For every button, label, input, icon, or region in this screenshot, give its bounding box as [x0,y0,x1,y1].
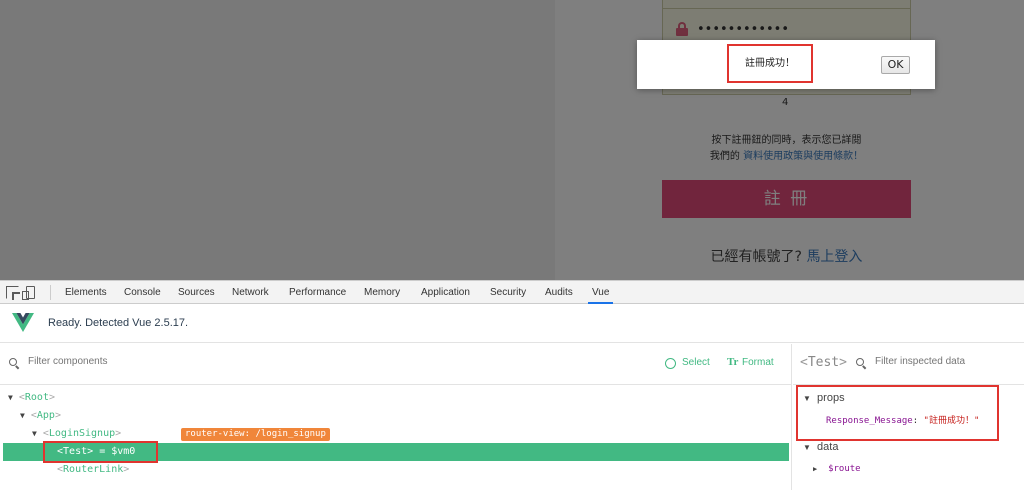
expand-arrow-icon[interactable]: ▼ [8,393,13,402]
toolbar-divider [50,285,51,300]
inspector-pane: <Test> ▼ props Response_Message: "註冊成功！"… [793,344,1024,490]
data-section-header[interactable]: ▼ data [803,441,838,453]
expand-arrow-icon[interactable]: ▼ [20,411,25,420]
inspected-component-name: Test [807,355,840,370]
data-label: data [817,441,839,453]
tab-memory[interactable]: Memory [364,281,400,304]
node-label: App [36,410,55,421]
inspector-header: <Test> [793,344,1024,385]
route-key: $route [828,464,861,474]
web-page: •••••••••••• 4 按下註冊鈕的同時，表示您已詳閱 我們的 資料使用政… [0,0,1024,280]
device-toggle-icon[interactable] [22,286,35,300]
components-filter-bar: Select Tr Format [0,344,791,385]
select-target-icon[interactable] [665,358,676,369]
expand-arrow-icon[interactable]: ▼ [32,429,37,438]
vue-devtools-header: Ready. Detected Vue 2.5.17. [0,304,1024,343]
highlight-box-props [796,385,999,441]
inspect-element-icon[interactable] [6,286,19,299]
tab-security[interactable]: Security [490,281,526,304]
tab-sources[interactable]: Sources [178,281,215,304]
node-label: Root [24,392,49,403]
node-label: LoginSignup [48,428,116,439]
filter-inspected-data-input[interactable] [875,356,1015,367]
tree-node-app[interactable]: ▼ <App> [20,407,61,425]
tree-node-root[interactable]: ▼ <Root> [8,389,55,407]
data-route-row[interactable]: ▶ $route [813,464,861,474]
expand-arrow-right-icon[interactable]: ▶ [813,465,817,473]
tree-node-routerlink[interactable]: <RouterLink> [57,461,129,479]
filter-components-input[interactable] [28,356,328,367]
tab-elements[interactable]: Elements [65,281,107,304]
vue-logo-icon [12,313,34,332]
expand-arrow-icon[interactable]: ▼ [803,443,811,452]
devtools-tab-bar: Elements Console Sources Network Perform… [0,280,1024,304]
tab-vue[interactable]: Vue [588,281,614,304]
alert-dialog: 註冊成功！ OK [637,40,935,89]
format-icon: Tr [727,356,739,368]
devtools-panel: Elements Console Sources Network Perform… [0,280,1024,490]
tab-network[interactable]: Network [232,281,269,304]
router-view-badge: router-view: /login_signup [181,428,330,441]
tab-audits[interactable]: Audits [545,281,573,304]
search-icon [9,358,20,370]
tab-console[interactable]: Console [124,281,161,304]
components-pane: Select Tr Format ▼ <Root> ▼ <App> ▼ <Log… [0,344,792,490]
search-icon [856,358,867,370]
highlight-box-test-node [43,441,158,463]
node-label: RouterLink [63,464,124,475]
alert-message: 註冊成功！ [727,44,813,83]
format-button[interactable]: Format [742,357,774,368]
tab-performance[interactable]: Performance [289,281,346,304]
vue-status-text: Ready. Detected Vue 2.5.17. [48,317,189,329]
tab-application[interactable]: Application [421,281,470,304]
alert-ok-button[interactable]: OK [881,56,910,74]
select-button[interactable]: Select [682,357,710,368]
inspected-component-title: <Test> [800,355,847,370]
